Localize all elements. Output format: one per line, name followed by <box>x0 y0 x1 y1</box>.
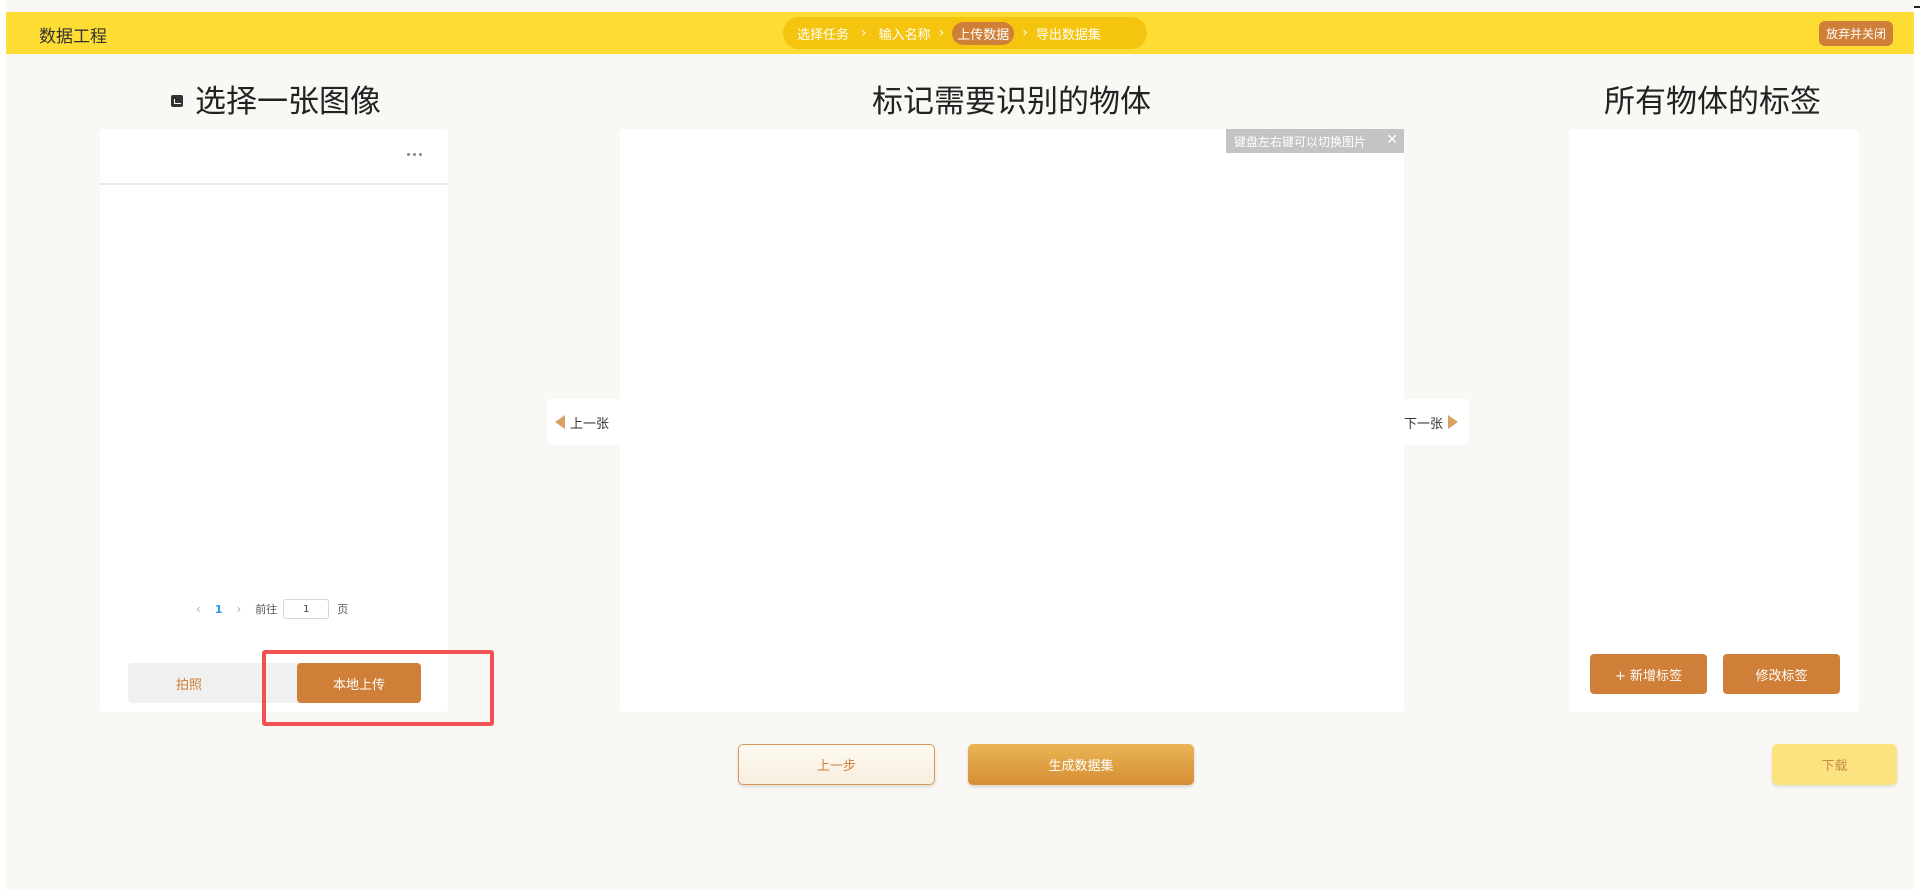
step-upload-data[interactable]: 上传数据 <box>952 21 1015 45</box>
chevron-right-icon[interactable]: › <box>236 602 241 616</box>
download-button[interactable]: 下载 <box>1772 744 1897 785</box>
abandon-close-button[interactable]: 放弃并关闭 <box>1819 21 1893 46</box>
chevron-right-icon: › <box>938 25 945 41</box>
triangle-right-icon <box>1448 415 1459 429</box>
goto-label: 前往 <box>255 603 278 616</box>
prev-image-label: 上一张 <box>570 416 610 432</box>
step-input-name[interactable]: 输入名称 <box>879 24 931 43</box>
step-select-task[interactable]: 选择任务 <box>797 24 849 43</box>
next-image-button[interactable]: 下一张 <box>1404 399 1469 445</box>
triangle-left-icon <box>555 415 565 429</box>
chevron-right-icon: › <box>861 25 867 41</box>
image-icon <box>171 94 183 107</box>
next-image-label: 下一张 <box>1404 416 1444 432</box>
app-frame: 数据工程 选择任务 › 输入名称 › 上传数据 › 导出数据集 放弃并关闭 选择… <box>6 0 1914 890</box>
image-list-header <box>100 129 448 185</box>
chevron-left-icon[interactable]: ‹ <box>196 602 201 616</box>
close-icon[interactable]: ✕ <box>1386 132 1398 148</box>
step-indicator: 选择任务 › 输入名称 › 上传数据 › 导出数据集 <box>783 17 1147 49</box>
page-unit-label: 页 <box>337 603 349 616</box>
previous-step-button[interactable]: 上一步 <box>738 744 935 785</box>
highlight-box <box>262 650 494 726</box>
edit-label-button[interactable]: 修改标签 <box>1723 654 1840 694</box>
labels-panel: + 新增标签 修改标签 <box>1569 129 1859 712</box>
add-label-button[interactable]: + 新增标签 <box>1590 654 1707 694</box>
keyboard-hint: 键盘左右键可以切换图片 ✕ <box>1226 129 1404 153</box>
image-list-panel: ‹ 1 › 前往 页 拍照 本地上传 <box>100 129 448 712</box>
pagination: ‹ 1 › 前往 页 <box>196 599 348 619</box>
keyboard-hint-text: 键盘左右键可以切换图片 <box>1234 134 1367 149</box>
step-export-dataset[interactable]: 导出数据集 <box>1036 24 1101 43</box>
select-image-title-text: 选择一张图像 <box>195 84 381 120</box>
prev-image-button[interactable]: 上一张 <box>547 399 620 445</box>
mark-objects-title: 标记需要识别的物体 <box>872 84 1151 120</box>
app-title: 数据工程 <box>39 27 107 47</box>
chevron-right-icon: › <box>1022 25 1028 41</box>
page-number[interactable]: 1 <box>215 603 223 616</box>
goto-page-input[interactable] <box>283 599 330 619</box>
select-image-title: 选择一张图像 <box>171 76 381 121</box>
header-bar: 数据工程 选择任务 › 输入名称 › 上传数据 › 导出数据集 放弃并关闭 <box>6 12 1914 54</box>
more-icon[interactable] <box>407 153 422 156</box>
annotation-canvas[interactable]: 键盘左右键可以切换图片 ✕ <box>620 129 1404 712</box>
labels-title: 所有物体的标签 <box>1604 84 1821 120</box>
generate-dataset-button[interactable]: 生成数据集 <box>968 744 1194 785</box>
